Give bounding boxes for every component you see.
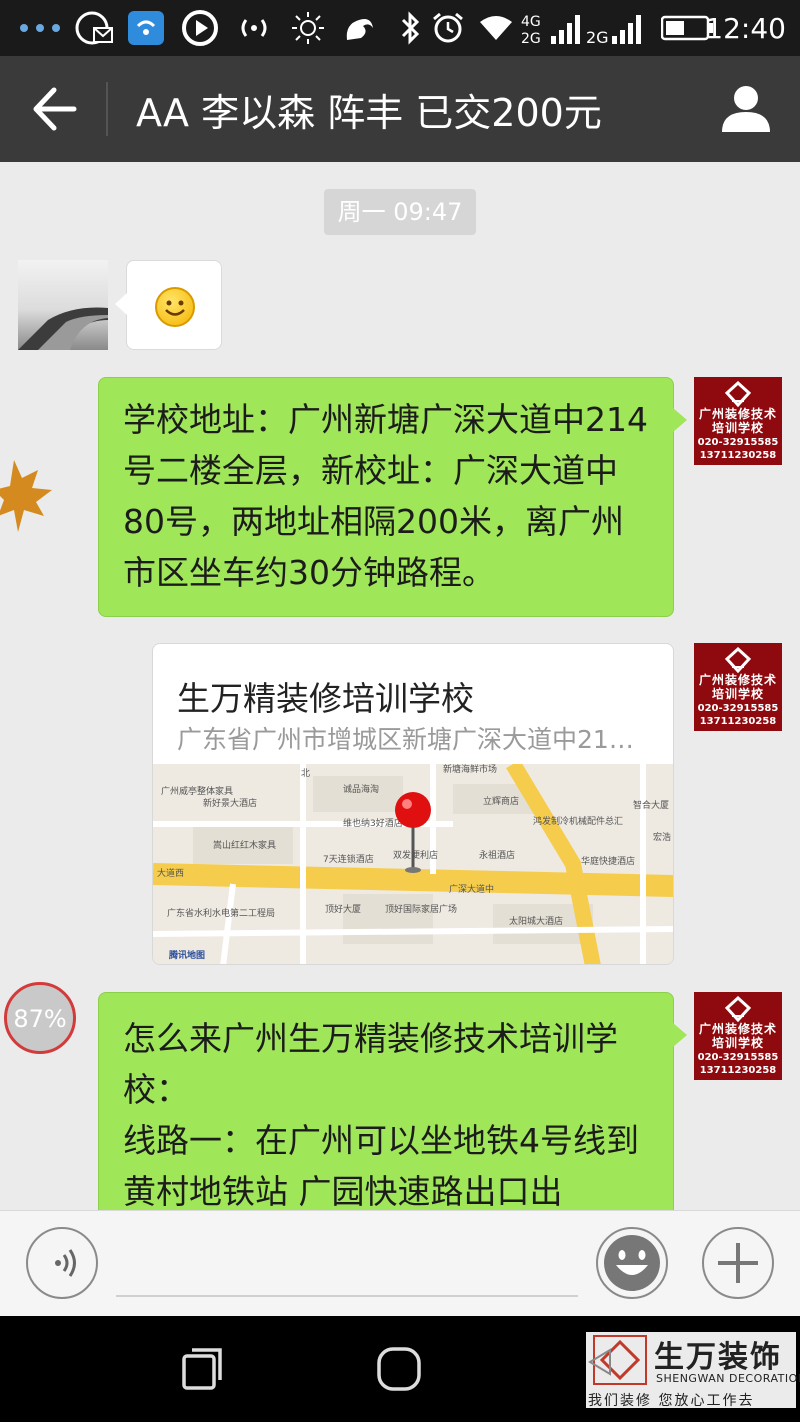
watermark-english: SHENGWAN DECORATION [656, 1372, 800, 1385]
school-avatar-phone2: 13711230258 [699, 450, 777, 461]
map-label-yongzu: 永祖酒店 [479, 849, 515, 861]
school-avatar-phone1: 020-32915585 [697, 703, 779, 714]
svg-text:2G: 2G [521, 31, 541, 46]
signal-icon: 4G 2G [520, 10, 582, 46]
browser-icon [72, 10, 116, 46]
map-label-zhihe: 智合大厦 [633, 799, 669, 811]
map-label-seafood: 新塘海鲜市场 [443, 764, 497, 775]
text-message-bubble[interactable]: 怎么来广州生万精装修技术培训学校： 线路一：在广州可以坐地铁4号线到黄村地铁站 … [98, 992, 687, 1210]
hotspot-icon [234, 10, 274, 46]
map-label-guangshen: 广深大道中 [449, 883, 494, 895]
location-map[interactable]: 北 新塘海鲜市场 广州威亭整体家具 新好景大酒店 诚品海淘 立辉商店 鸿发制冷机… [153, 764, 673, 964]
school-logo-icon [724, 381, 752, 407]
message-input[interactable] [116, 1231, 578, 1297]
map-label-hongfa: 鸿发制冷机械配件总汇 [533, 815, 623, 827]
recents-button[interactable] [180, 1346, 226, 1392]
map-label-huating: 华庭快捷酒店 [581, 855, 635, 867]
my-avatar[interactable]: 广州装修技术培训学校 020-32915585 13711230258 [694, 377, 782, 465]
chat-area[interactable]: 周一 09:47 学校地址：广州新塘广深大道中214号二楼全层，新校址：广深大道… [0, 162, 800, 1210]
map-label-taiyang: 太阳城大酒店 [509, 915, 563, 927]
map-label-7days: 7天连锁酒店 [323, 853, 374, 865]
school-avatar-phone2: 13711230258 [699, 1065, 777, 1076]
voice-input-button[interactable] [26, 1227, 98, 1299]
my-avatar[interactable]: 广州装修技术培训学校 020-32915585 13711230258 [694, 643, 782, 731]
chat-title: AA 李以森 阵丰 已交200元 [136, 91, 602, 135]
message-text: 怎么来广州生万精装修技术培训学校： 线路一：在广州可以坐地铁4号线到黄村地铁站 … [123, 1019, 639, 1210]
maple-leaf-icon [0, 454, 56, 534]
smile-icon [155, 287, 195, 327]
signal-label-2g: 2G [586, 28, 609, 46]
map-label-north: 北 [301, 768, 310, 779]
brand-watermark: 生万装饰 SHENGWAN DECORATION 我们装修 您放心工作去 [586, 1332, 800, 1409]
location-message-card[interactable]: 生万精装修培训学校 广东省广州市增城区新塘广深大道中21… 北 新塘海鲜市场 广… [152, 643, 674, 965]
play-icon [180, 10, 220, 46]
wifi-share-icon [126, 10, 166, 46]
plus-icon [718, 1243, 758, 1283]
school-avatar-name: 广州装修技术培训学校 [698, 673, 777, 701]
school-avatar-phone1: 020-32915585 [697, 437, 779, 448]
input-bar [0, 1210, 800, 1316]
back-icon[interactable] [30, 86, 80, 132]
emoji-message-bubble[interactable] [115, 260, 222, 350]
emoji-button[interactable] [596, 1227, 668, 1299]
map-label-hong: 宏浩 [653, 831, 671, 843]
map-label-songshan: 嵩山红红木家具 [213, 839, 276, 851]
school-logo-icon [724, 647, 752, 673]
map-label-tencent: 腾讯地图 [168, 949, 205, 961]
map-label-dadaoxi: 大道西 [157, 867, 184, 879]
text-message-bubble[interactable]: 学校地址：广州新塘广深大道中214号二楼全层，新校址：广深大道中80号，两地址相… [98, 377, 687, 617]
map-label-dinghao: 顶好大厦 [325, 903, 361, 915]
map-label-hotel1: 新好景大酒店 [203, 797, 257, 809]
message-timestamp: 周一 09:47 [324, 189, 476, 235]
watermark-brand: 生万装饰 [654, 1340, 782, 1375]
alarm-icon [430, 10, 466, 46]
signal-label-4g: 4G [521, 14, 541, 30]
more-icon [18, 10, 62, 46]
school-avatar-phone2: 13711230258 [699, 716, 777, 727]
school-avatar-phone1: 020-32915585 [697, 1052, 779, 1063]
smiley-icon [604, 1235, 660, 1291]
location-address: 广东省广州市增城区新塘广深大道中21… [177, 725, 634, 754]
home-button[interactable] [376, 1346, 422, 1392]
school-avatar-name: 广州装修技术培训学校 [698, 407, 777, 435]
wifi-icon [476, 10, 516, 46]
school-logo-icon [724, 996, 752, 1022]
recents-icon [182, 1348, 222, 1390]
title-bar: AA 李以森 阵丰 已交200元 [0, 56, 800, 162]
upload-progress-text: 87% [13, 1005, 67, 1033]
contact-avatar[interactable] [18, 260, 108, 350]
squirrel-icon [340, 10, 380, 46]
upload-progress-indicator: 87% [4, 982, 76, 1054]
title-divider [106, 82, 108, 136]
profile-icon[interactable] [718, 84, 774, 134]
map-label-lihui: 立辉商店 [483, 795, 519, 807]
bluetooth-icon [396, 10, 424, 46]
voice-icon [55, 1249, 76, 1277]
watermark-slogan: 我们装修 您放心工作去 [588, 1393, 755, 1409]
brightness-icon [288, 10, 328, 46]
status-time: 12:40 [705, 12, 786, 45]
school-avatar-name: 广州装修技术培训学校 [698, 1022, 777, 1050]
map-label-furniture: 广州威亭整体家具 [161, 785, 233, 797]
home-icon [377, 1347, 421, 1391]
my-avatar[interactable]: 广州装修技术培训学校 020-32915585 13711230258 [694, 992, 782, 1080]
signal-icon-2: 2G [586, 10, 644, 46]
map-label-chengpin: 诚品海淘 [343, 783, 379, 795]
more-actions-button[interactable] [702, 1227, 774, 1299]
map-label-vienna: 维也纳3好酒店 [343, 817, 403, 829]
brand-logo-icon [588, 1335, 647, 1385]
status-bar: 4G 2G 2G 12:40 [0, 0, 800, 56]
map-label-dinghao-intl: 顶好国际家居广场 [385, 903, 457, 915]
map-label-hydro: 广东省水利水电第二工程局 [167, 907, 275, 919]
location-title: 生万精装修培训学校 [177, 679, 474, 718]
map-label-shuangfa: 双发便利店 [393, 849, 438, 861]
